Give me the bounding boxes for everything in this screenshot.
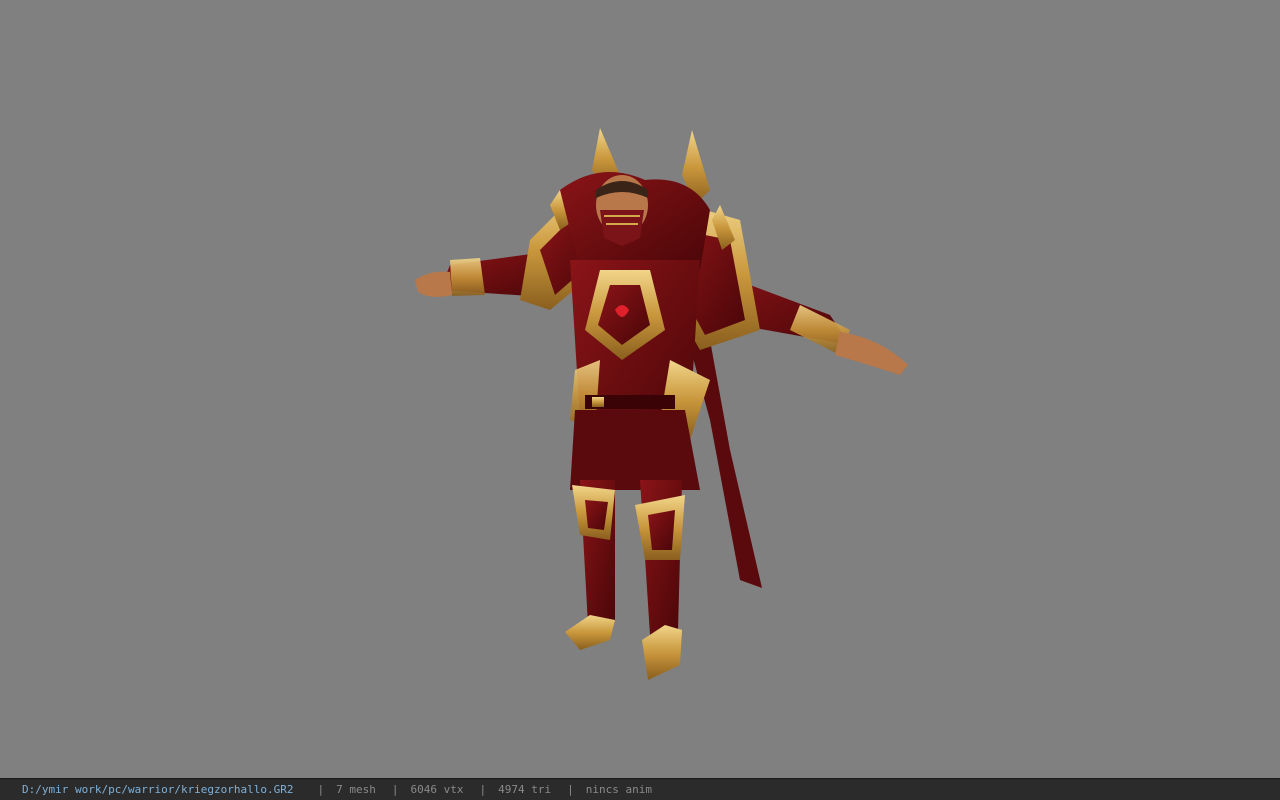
- 3d-viewport[interactable]: [0, 0, 1280, 778]
- armored-warrior-model[interactable]: [410, 120, 920, 690]
- triangle-count: 4974 tri: [498, 783, 552, 796]
- animation-status: nincs anim: [585, 783, 652, 796]
- separator: |: [317, 783, 325, 796]
- status-bar: D:/ymir work/pc/warrior/kriegzorhallo.GR…: [0, 778, 1280, 800]
- file-path: D:/ymir work/pc/warrior/kriegzorhallo.GR…: [22, 783, 294, 796]
- vertex-count: 6046 vtx: [410, 783, 464, 796]
- mesh-count: 7 mesh: [336, 783, 376, 796]
- separator: |: [391, 783, 399, 796]
- separator: |: [567, 783, 574, 796]
- separator: |: [479, 783, 487, 796]
